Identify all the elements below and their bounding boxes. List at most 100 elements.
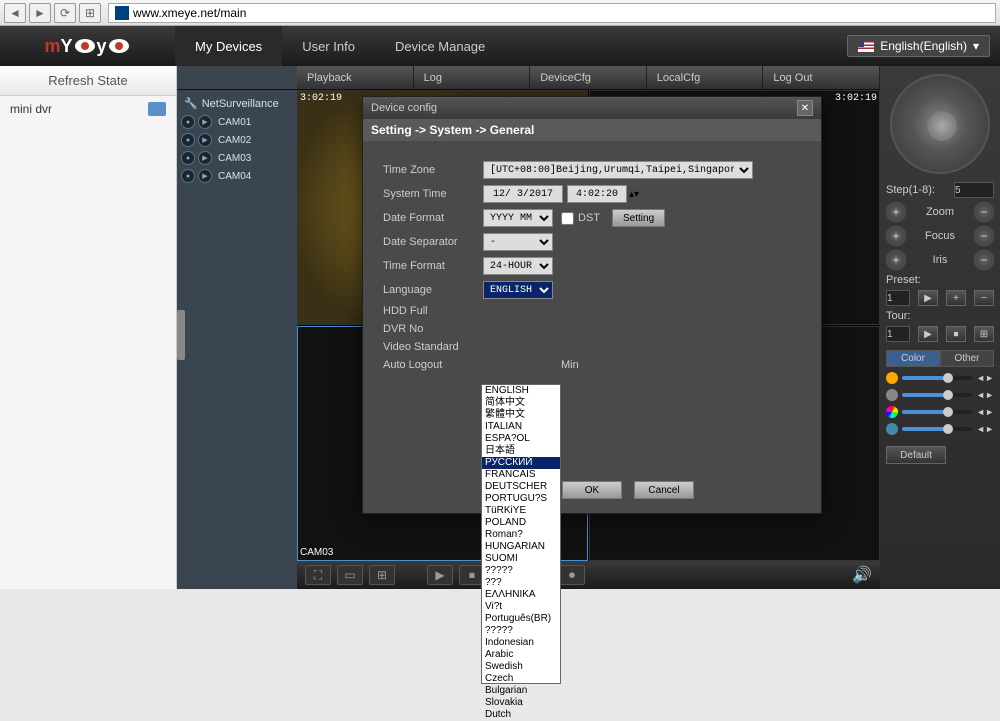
cam-row[interactable]: ●▶CAM02 [181,131,293,149]
timezone-select[interactable]: [UTC+08:00]Beijing,Urumqi,Taipei,Singapo… [483,161,753,179]
lang-option[interactable]: ????? [482,565,560,577]
lang-option[interactable]: SUOMI [482,553,560,565]
timeformat-select[interactable]: 24-HOUR [483,257,553,275]
lang-option[interactable]: Slovakia [482,697,560,709]
lang-option[interactable]: FRANCAIS [482,469,560,481]
rec-icon[interactable]: ● [181,151,195,165]
nav-back-icon[interactable]: ◄ [4,3,26,23]
preset-input[interactable] [886,290,910,306]
play-icon[interactable]: ▶ [198,169,212,183]
nav-my-devices[interactable]: My Devices [175,26,282,66]
lang-option[interactable]: Bulgarian [482,685,560,697]
url-bar[interactable]: www.xmeye.net/main [108,3,996,23]
single-view-icon[interactable]: ▭ [337,565,363,585]
brightness-slider[interactable] [902,376,972,380]
nav-device-manage[interactable]: Device Manage [375,26,505,66]
language-select[interactable]: ENGLISH [483,281,553,299]
lang-option[interactable]: Indonesian [482,637,560,649]
play-icon[interactable]: ▶ [198,133,212,147]
lang-option[interactable]: 日本語 [482,445,560,457]
volume-icon[interactable]: 🔊 [852,565,872,585]
nav-user-info[interactable]: User Info [282,26,375,66]
saturation-slider[interactable] [902,410,972,414]
lang-option[interactable]: ITALIAN [482,421,560,433]
rec-icon[interactable]: ● [181,115,195,129]
ptz-directional-pad[interactable] [890,74,990,174]
lang-option[interactable]: PORTUGU?S [482,493,560,505]
cam-row[interactable]: ●▶CAM03 [181,149,293,167]
connect-all-icon[interactable]: ▶ [427,565,453,585]
lang-option[interactable]: РУССКИЙ [482,457,560,469]
preset-goto-icon[interactable]: ▶ [918,290,938,306]
lang-option[interactable]: HUNGARIAN [482,541,560,553]
iris-open-button[interactable]: + [886,250,906,270]
cam-list-header[interactable]: 🔧 NetSurveillance [181,94,293,113]
language-dropdown-list[interactable]: ENGLISH简体中文繁體中文ITALIANESPA?OL日本語РУССКИЙF… [481,384,561,684]
datesep-select[interactable]: - [483,233,553,251]
time-input[interactable] [567,185,627,203]
focus-in-button[interactable]: + [886,226,906,246]
rec-icon[interactable]: ● [181,169,195,183]
rec-icon[interactable]: ● [181,133,195,147]
lang-option[interactable]: TüRKiYE [482,505,560,517]
lang-option[interactable]: Português(BR) [482,613,560,625]
record-icon[interactable]: ⏺ [559,565,585,585]
zoom-in-button[interactable]: + [886,202,906,222]
fullscreen-icon[interactable]: ⛶ [305,565,331,585]
lang-option[interactable]: Arabic [482,649,560,661]
iris-close-button[interactable]: − [974,250,994,270]
spinner-icon[interactable]: ▴▾ [629,189,639,200]
reload-icon[interactable]: ⟳ [54,3,76,23]
setting-button[interactable]: Setting [612,209,665,227]
focus-out-button[interactable]: − [974,226,994,246]
lang-option[interactable]: ΕΛΛΗΝΙΚΑ [482,589,560,601]
default-button[interactable]: Default [886,446,946,464]
tab-localcfg[interactable]: LocalCfg [647,66,764,89]
cam-row[interactable]: ●▶CAM01 [181,113,293,131]
lang-option[interactable]: Dutch [482,709,560,721]
lang-option[interactable]: Czech [482,673,560,685]
grid-icon[interactable]: ⊞ [79,3,101,23]
dst-checkbox[interactable] [561,212,574,225]
cancel-button[interactable]: Cancel [634,481,694,499]
lang-option[interactable]: Roman? [482,529,560,541]
language-selector[interactable]: English(English) ▾ [847,35,990,57]
lang-option[interactable]: POLAND [482,517,560,529]
step-select[interactable] [954,182,994,198]
dateformat-select[interactable]: YYYY MM DD [483,209,553,227]
tour-play-icon[interactable]: ▶ [918,326,938,342]
hue-slider[interactable] [902,427,972,431]
color-tab[interactable]: Color [886,350,940,367]
lang-option[interactable]: DEUTSCHER [482,481,560,493]
cam-row[interactable]: ●▶CAM04 [181,167,293,185]
lang-option[interactable]: ENGLISH [482,385,560,397]
device-item[interactable]: mini dvr [0,96,176,122]
quad-view-icon[interactable]: ⊞ [369,565,395,585]
tour-stop-icon[interactable]: ⏹ [946,326,966,342]
tour-input[interactable] [886,326,910,342]
play-icon[interactable]: ▶ [198,151,212,165]
lang-option[interactable]: ????? [482,625,560,637]
tab-log[interactable]: Log [414,66,531,89]
contrast-slider[interactable] [902,393,972,397]
refresh-state-header[interactable]: Refresh State [0,66,176,96]
other-tab[interactable]: Other [940,350,994,367]
tour-edit-icon[interactable]: ⊞ [974,326,994,342]
play-icon[interactable]: ▶ [198,115,212,129]
tab-logout[interactable]: Log Out [763,66,880,89]
lang-option[interactable]: Vi?t [482,601,560,613]
lang-option[interactable]: ESPA?OL [482,433,560,445]
lang-option[interactable]: 繁體中文 [482,409,560,421]
preset-del-icon[interactable]: − [974,290,994,306]
tab-playback[interactable]: Playback [297,66,414,89]
date-input[interactable] [483,185,563,203]
nav-forward-icon[interactable]: ► [29,3,51,23]
close-icon[interactable]: ✕ [797,100,813,116]
lang-option[interactable]: ??? [482,577,560,589]
splitter-handle[interactable] [177,310,185,360]
preset-add-icon[interactable]: + [946,290,966,306]
lang-option[interactable]: Swedish [482,661,560,673]
zoom-out-button[interactable]: − [974,202,994,222]
lang-option[interactable]: 简体中文 [482,397,560,409]
tab-devicecfg[interactable]: DeviceCfg [530,66,647,89]
